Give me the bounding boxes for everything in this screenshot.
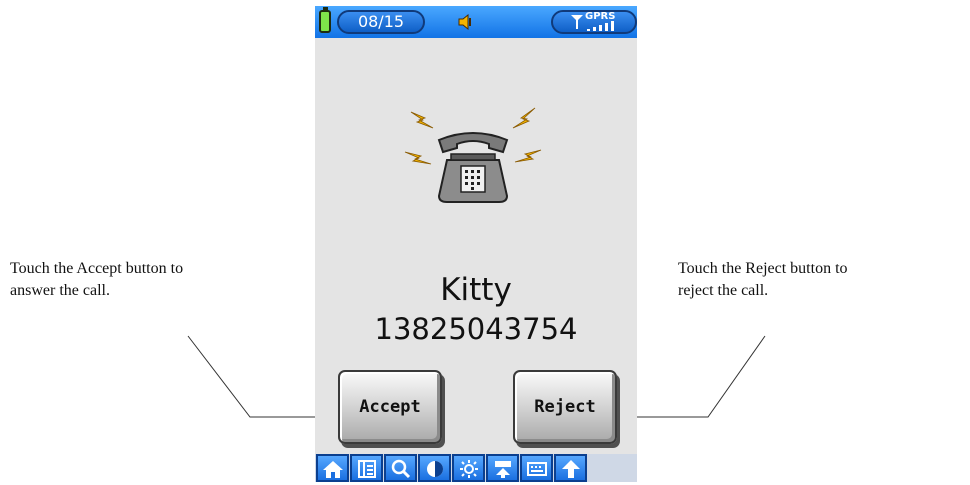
brightness-icon xyxy=(460,460,478,478)
battery-icon xyxy=(319,7,331,33)
network-indicator: GPRS xyxy=(551,10,637,34)
menu-up-button[interactable] xyxy=(486,454,519,482)
scroll-up-button[interactable] xyxy=(554,454,587,482)
search-icon xyxy=(391,459,411,479)
contacts-button[interactable] xyxy=(350,454,383,482)
contrast-button[interactable] xyxy=(418,454,451,482)
contrast-icon xyxy=(427,461,443,477)
bottom-toolbar xyxy=(315,454,637,482)
signal-bars-icon xyxy=(587,21,614,31)
arrow-up-icon xyxy=(562,460,580,478)
keyboard-button[interactable] xyxy=(520,454,553,482)
home-button[interactable] xyxy=(316,454,349,482)
caller-name: Kitty xyxy=(440,272,512,308)
status-bar: 08/15 GPRS xyxy=(315,6,637,38)
phone-screen: 08/15 GPRS Kitty 13825043754 Accept Reje… xyxy=(315,6,637,482)
contacts-book-icon xyxy=(358,460,376,478)
date-display: 08/15 xyxy=(337,10,425,34)
reject-leader-line xyxy=(620,335,766,418)
menu-up-icon xyxy=(495,461,511,478)
home-icon xyxy=(323,461,343,478)
ringing-telephone-icon xyxy=(404,107,542,203)
accept-button[interactable]: Accept xyxy=(338,370,442,444)
keyboard-icon xyxy=(527,462,547,476)
reject-button[interactable]: Reject xyxy=(513,370,617,444)
brightness-button[interactable] xyxy=(452,454,485,482)
search-button[interactable] xyxy=(384,454,417,482)
speaker-icon xyxy=(458,14,471,30)
caller-number: 13825043754 xyxy=(374,312,578,346)
antenna-icon xyxy=(571,15,583,29)
